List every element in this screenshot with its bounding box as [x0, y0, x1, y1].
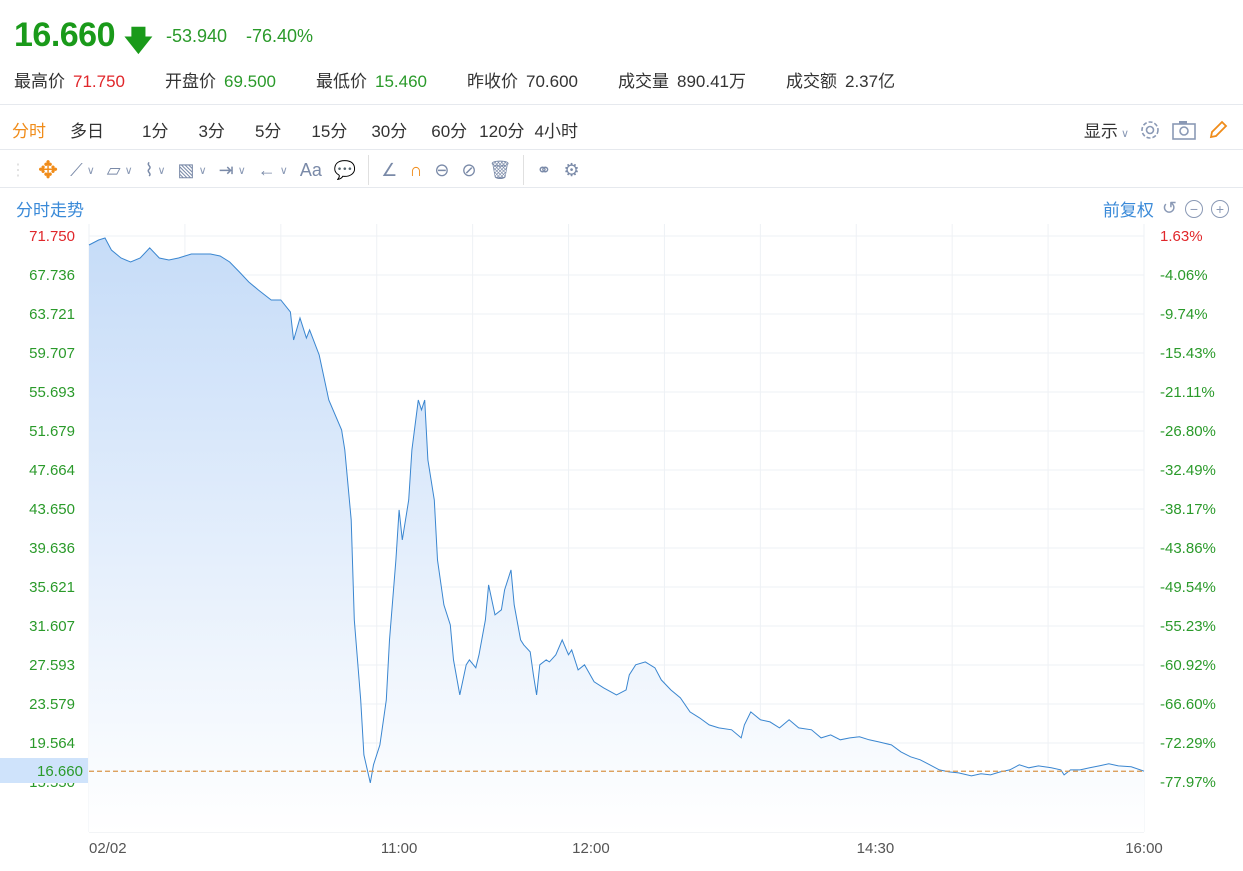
y-tick-label: 23.579: [29, 696, 75, 713]
y-tick-label: 31.607: [29, 618, 75, 635]
y-tick-label-right: -9.74%: [1160, 306, 1208, 323]
intraday-chart[interactable]: 71.750 1.63% 67.736 -4.06% 63.721 -9.74% 59.70…: [0, 0, 1243, 871]
y-tick-label: 43.650: [29, 501, 75, 518]
x-tick-label: 12:00: [572, 840, 610, 857]
current-price-tag-label: 16.660: [37, 763, 83, 780]
y-tick-label-right: -60.92%: [1160, 657, 1216, 674]
x-tick-label: 14:30: [857, 840, 895, 857]
y-tick-label: 47.664: [29, 462, 75, 479]
x-tick-label: 02/02: [89, 840, 127, 857]
y-tick-label: 35.621: [29, 579, 75, 596]
y-tick-label: 59.707: [29, 345, 75, 362]
y-tick-label-right: -38.17%: [1160, 501, 1216, 518]
y-tick-label-right: -21.11%: [1160, 384, 1215, 401]
y-tick-label-right: -49.54%: [1160, 579, 1216, 596]
y-tick-label-right: -32.49%: [1160, 462, 1216, 479]
y-tick-label-right: -15.43%: [1160, 345, 1216, 362]
y-tick-label-right: -72.29%: [1160, 735, 1216, 752]
y-tick-label: 55.693: [29, 384, 75, 401]
y-tick-label: 51.679: [29, 423, 75, 440]
y-tick-label-right: -43.86%: [1160, 540, 1216, 557]
y-tick-label: 19.564: [29, 735, 75, 752]
y-tick-label-right: -55.23%: [1160, 618, 1216, 635]
y-tick-label: 67.736: [29, 267, 75, 284]
y-tick-label: 63.721: [29, 306, 75, 323]
x-tick-label: 11:00: [381, 840, 417, 857]
x-tick-label: 16:00: [1125, 840, 1163, 857]
y-tick-label-right: -66.60%: [1160, 696, 1216, 713]
y-tick-label: 27.593: [29, 657, 75, 674]
y-tick-label-right: 1.63%: [1160, 228, 1203, 245]
y-tick-label: 71.750: [29, 228, 75, 245]
y-tick-label-right: -26.80%: [1160, 423, 1216, 440]
y-tick-label-right: -4.06%: [1160, 267, 1208, 284]
y-tick-label-right: -77.97%: [1160, 774, 1216, 791]
y-tick-label: 39.636: [29, 540, 75, 557]
